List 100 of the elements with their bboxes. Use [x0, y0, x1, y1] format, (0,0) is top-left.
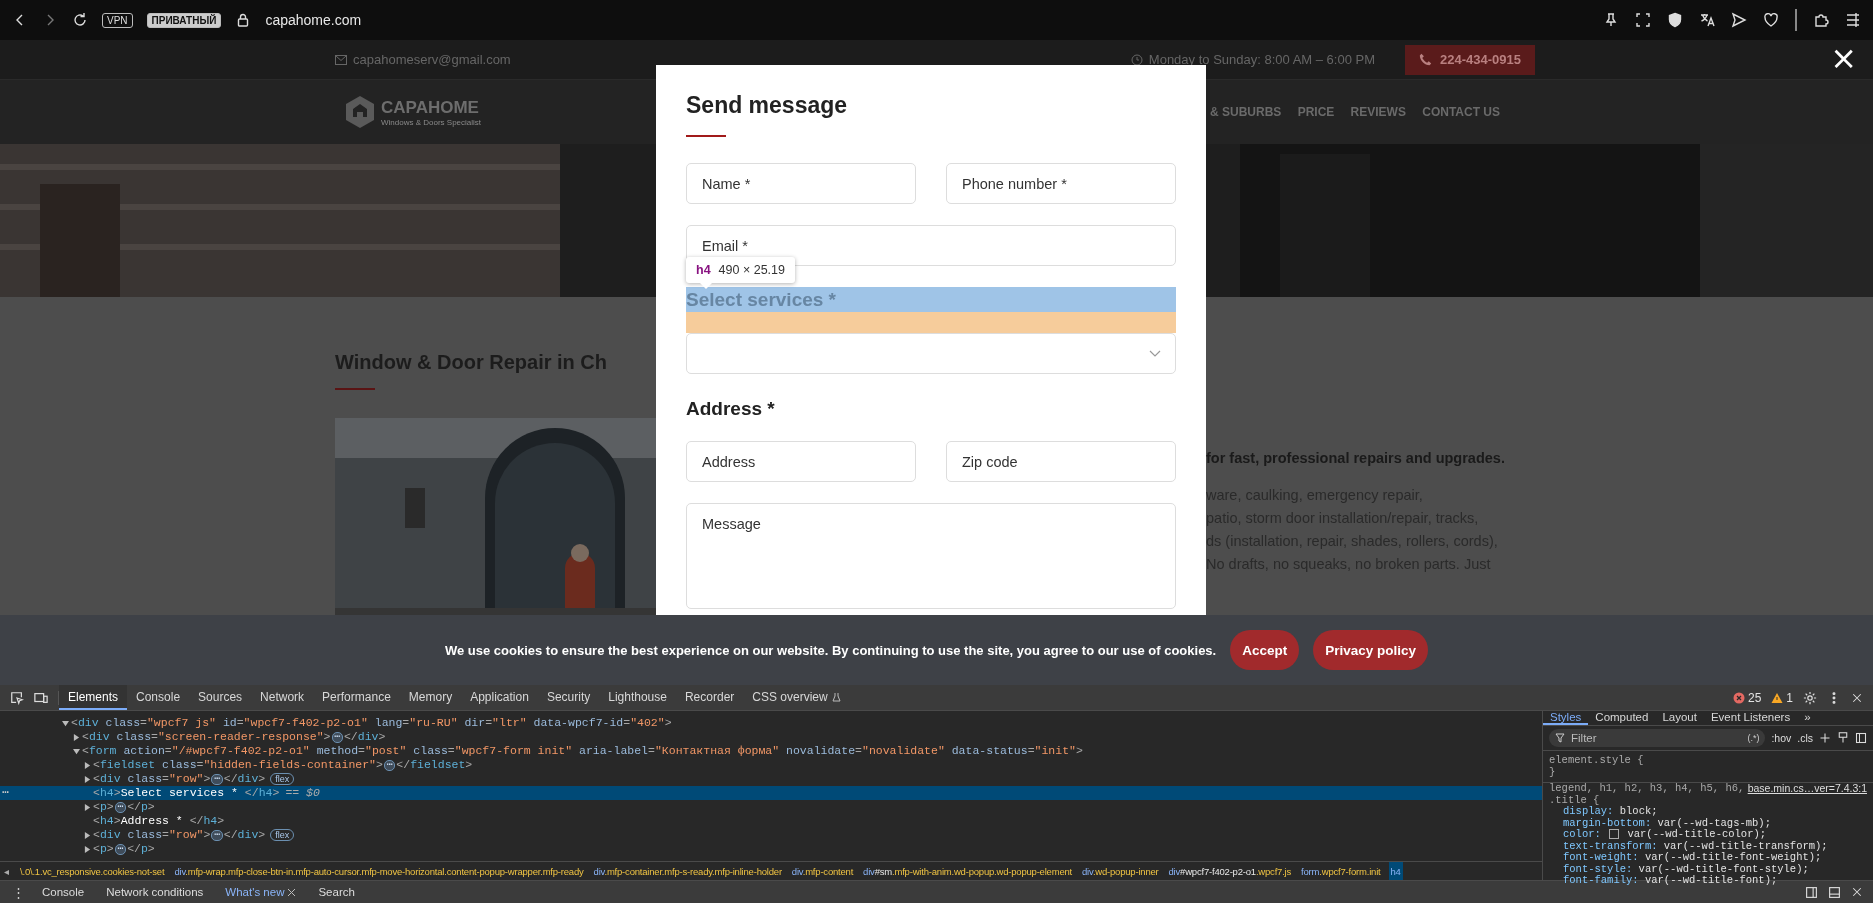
collapsed-arrow-icon[interactable] [84, 803, 91, 811]
dom-tree-row[interactable]: <fieldset class="hidden-fields-container"> ⋯ </fieldset> [0, 758, 1542, 772]
filter-field[interactable]: Filter (.*) [1549, 729, 1766, 747]
device-icon[interactable] [34, 690, 48, 705]
devtools-tab[interactable]: Application [461, 685, 538, 710]
collapsed-arrow-icon[interactable] [84, 775, 91, 783]
hover-state-button[interactable]: :hov [1771, 732, 1792, 744]
more-tabs-button[interactable]: » [1797, 711, 1818, 725]
heart-icon[interactable] [1763, 12, 1779, 28]
devtools-tab[interactable]: Security [537, 685, 600, 710]
dom-tree-row[interactable]: <div class="row"> ⋯ </div> flex [0, 772, 1542, 786]
breadcrumb[interactable]: div#wpcf7-f402-p2-o1.wpcf7.js [1166, 862, 1294, 880]
translate-icon[interactable] [1699, 12, 1715, 28]
ellipsis-badge[interactable]: ⋯ [211, 829, 223, 841]
css-property[interactable]: font-weight: var(--wd-title-font-weight); [1549, 852, 1867, 864]
drawer-tab[interactable]: Search [307, 881, 366, 903]
css-property[interactable]: font-style: var(--wd-title-font-style); [1549, 863, 1867, 875]
extensions-icon[interactable] [1813, 12, 1829, 28]
dock-side-icon[interactable] [1805, 885, 1818, 899]
breadcrumb[interactable]: div.mfp-container.mfp-s-ready.mfp-inline-holder [591, 862, 784, 880]
menu-icon[interactable] [1845, 12, 1861, 28]
collapsed-arrow-icon[interactable] [73, 733, 80, 741]
add-rule-icon[interactable] [1819, 732, 1831, 744]
expanded-arrow-icon[interactable] [73, 747, 80, 755]
screenshot-icon[interactable] [1635, 12, 1651, 28]
dom-tree-row[interactable]: ⋯ <h4>Select services * </h4> == $0 [0, 786, 1542, 800]
css-property[interactable]: font-family: var(--wd-title-font); [1549, 875, 1867, 887]
cookie-button[interactable]: Privacy policy [1313, 630, 1429, 670]
error-count[interactable]: 25 [1732, 690, 1762, 705]
sidebar-icon[interactable] [1855, 732, 1867, 744]
devtools-tab[interactable]: Network [251, 685, 314, 710]
ellipsis-badge[interactable]: ⋯ [114, 843, 127, 855]
devtools-tab[interactable]: Recorder [675, 685, 744, 710]
devtools-tab[interactable]: CSS overview [743, 685, 850, 710]
close-button[interactable]: × [1826, 42, 1861, 74]
ellipsis-badge[interactable]: ⋯ [211, 773, 223, 785]
ellipsis-badge[interactable]: ⋯ [331, 731, 343, 743]
text-field[interactable]: Phone number * [946, 163, 1176, 204]
text-field[interactable]: Address [686, 441, 916, 482]
breadcrumb[interactable]: h4 [1388, 862, 1403, 880]
shield-icon[interactable] [1667, 12, 1683, 28]
dom-tree-row[interactable]: <form action="/#wpcf7-f402-p2-o1" method="post" class="wpcf7-form init" aria-label="Контактная форма" novalidate="novalidate" data-status="init"> [0, 744, 1542, 758]
breadcrumb[interactable]: \.0\.1.vc_responsive.cookies-not-set [18, 862, 167, 880]
drawer-menu-button[interactable]: ⋮ [6, 884, 31, 900]
cookie-button[interactable]: Accept [1230, 630, 1300, 670]
paint-icon[interactable] [1837, 732, 1849, 744]
devtools-tab[interactable]: Lighthouse [599, 685, 676, 710]
dock-bottom-icon[interactable] [1828, 885, 1841, 899]
devtools-tab[interactable]: Memory [399, 685, 462, 710]
source-link[interactable]: base.min.cs…ver=7.4.3:1 [1747, 783, 1867, 795]
breadcrumb[interactable]: form.wpcf7-form.init [1299, 862, 1383, 880]
settings-icon[interactable] [1803, 690, 1817, 705]
breadcrumb[interactable]: div.mfp-wrap.mfp-close-btn-in.mfp-auto-cursor.mfp-move-horizontal.content-popup-wrapper.mfp-ready [172, 862, 586, 880]
inspect-icon[interactable] [10, 690, 24, 705]
pin-icon[interactable] [1603, 12, 1619, 28]
phone-button[interactable]: 224-434-0915 [1405, 44, 1535, 75]
ellipsis-badge[interactable]: ⋯ [383, 759, 396, 771]
close-icon[interactable] [1851, 691, 1863, 704]
devtools-tab[interactable]: Sources [189, 685, 252, 710]
address-bar[interactable]: capahome.com [265, 12, 362, 28]
ellipsis-badge[interactable]: ⋯ [114, 801, 127, 813]
styles-tab[interactable]: Computed [1588, 711, 1656, 725]
styles-tab[interactable]: Event Listeners [1703, 711, 1798, 725]
row-menu-icon[interactable]: ⋯ [2, 786, 9, 800]
breadcrumb[interactable]: div.wd-popup-inner [1080, 862, 1161, 880]
styles-tab[interactable]: Styles [1543, 711, 1589, 725]
breadcrumb[interactable]: div.mfp-content [789, 862, 856, 880]
drawer-tab[interactable]: What's new [214, 881, 308, 903]
send-icon[interactable] [1731, 12, 1747, 28]
dom-tree-row[interactable]: <p> ⋯ </p> [0, 842, 1542, 856]
drawer-tab[interactable]: Network conditions [95, 881, 215, 903]
collapsed-arrow-icon[interactable] [84, 761, 91, 769]
browser-badge[interactable]: ПРИВАТНЫЙ [146, 12, 222, 28]
breadcrumb[interactable]: div#sm.mfp-with-anim.wd-popup.wd-popup-element [861, 862, 1075, 880]
text-field[interactable]: Name * [686, 163, 916, 204]
close-icon[interactable] [1851, 886, 1863, 898]
message-field[interactable]: Message [686, 503, 1176, 609]
close-icon[interactable] [287, 887, 297, 897]
warning-count[interactable]: 1 [1771, 690, 1793, 705]
css-property[interactable]: display: block; [1549, 806, 1867, 818]
class-button[interactable]: .cls [1797, 732, 1813, 744]
devtools-tab[interactable]: Performance [313, 685, 400, 710]
scroll-left-icon[interactable]: ◂ [0, 865, 12, 877]
css-property[interactable]: color: var(--wd-title-color); [1549, 829, 1867, 841]
css-property[interactable]: margin-bottom: var(--wd-tags-mb); [1549, 817, 1867, 829]
logo-text[interactable]: CAPAHOME Windows & Doors Specialist [381, 97, 482, 127]
dom-tree-row[interactable]: <div class="screen-reader-response"> ⋯ </div> [0, 730, 1542, 744]
dom-tree-row[interactable]: <div class="wpcf7 js" id="wpcf7-f402-p2-o1" lang="ru-RU" dir="ltr" data-wpcf7-id="402"> [0, 716, 1542, 730]
dom-tree-row[interactable]: <p> ⋯ </p> [0, 800, 1542, 814]
devtools-tab[interactable]: Elements [59, 685, 128, 710]
expanded-arrow-icon[interactable] [62, 719, 69, 727]
css-property[interactable]: text-transform: var(--wd-title-transform); [1549, 840, 1867, 852]
collapsed-arrow-icon[interactable] [84, 831, 91, 839]
reload-icon[interactable] [72, 12, 88, 28]
dom-tree-row[interactable]: <div class="row"> ⋯ </div> flex [0, 828, 1542, 842]
dom-tree-row[interactable]: <h4>Address * </h4> [0, 814, 1542, 828]
devtools-tab[interactable]: Console [127, 685, 190, 710]
browser-badge[interactable]: VPN [102, 12, 133, 28]
collapsed-arrow-icon[interactable] [84, 845, 91, 853]
styles-tab[interactable]: Layout [1655, 711, 1704, 725]
